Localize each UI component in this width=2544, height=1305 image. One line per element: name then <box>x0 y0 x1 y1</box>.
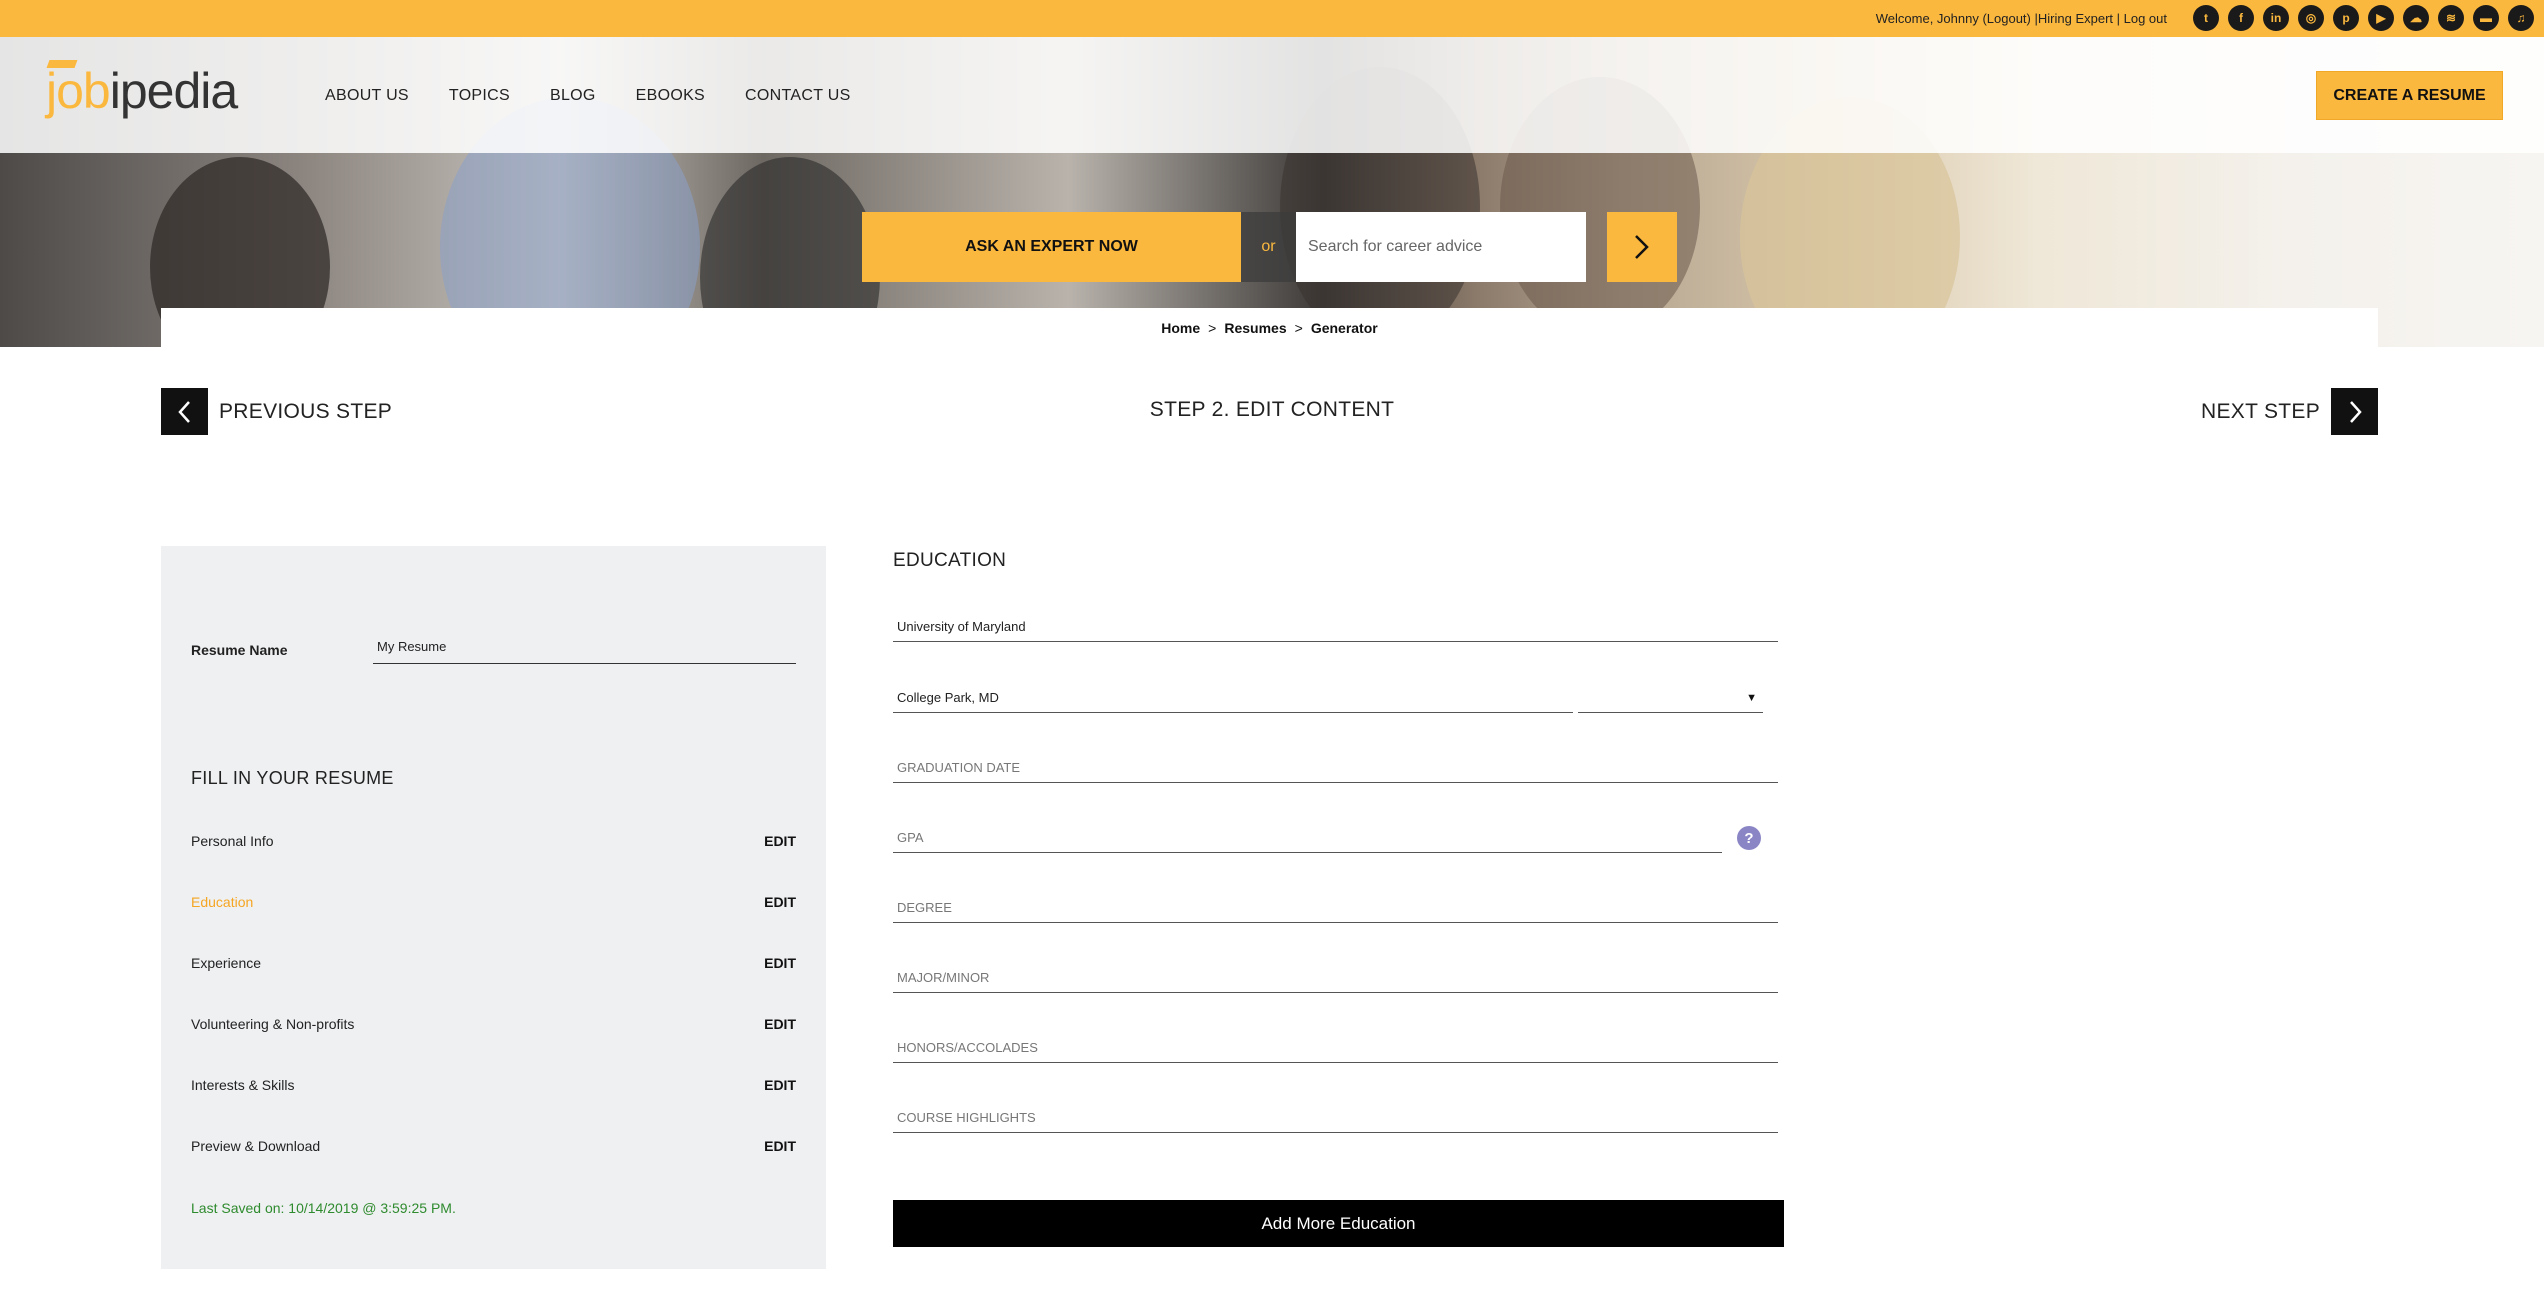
itunes-icon[interactable]: ♫ <box>2508 5 2534 31</box>
sidebar-item-label[interactable]: Preview & Download <box>191 1138 320 1154</box>
location-input[interactable] <box>893 683 1573 713</box>
edit-button[interactable]: EDIT <box>764 1138 796 1154</box>
welcome-logout-link[interactable]: Welcome, Johnny (Logout) <box>1876 11 2031 26</box>
arrow-right-box[interactable] <box>2331 388 2378 435</box>
sidebar-item-experience[interactable]: Experience EDIT <box>191 955 796 971</box>
breadcrumb: Home > Resumes > Generator <box>161 308 2378 348</box>
career-search-input[interactable] <box>1296 212 1586 282</box>
resume-name-input[interactable] <box>373 630 796 664</box>
search-submit-button[interactable] <box>1607 212 1677 282</box>
dropdown-arrow-icon: ▼ <box>1746 691 1757 704</box>
pinterest-icon[interactable]: p <box>2333 5 2359 31</box>
main-nav: ABOUT US TOPICS BLOG EBOOKS CONTACT US <box>325 87 891 105</box>
linkedin-icon[interactable]: in <box>2263 5 2289 31</box>
gpa-input[interactable] <box>893 823 1722 853</box>
course-highlights-input[interactable] <box>893 1103 1778 1133</box>
resume-sidebar: Resume Name FILL IN YOUR RESUME Personal… <box>161 546 826 1269</box>
sidebar-item-interests-skills[interactable]: Interests & Skills EDIT <box>191 1077 796 1093</box>
major-minor-input[interactable] <box>893 963 1778 993</box>
sidebar-item-label[interactable]: Education <box>191 894 253 910</box>
nav-blog[interactable]: BLOG <box>550 87 596 105</box>
logo-ipedia-text: ipedia <box>109 63 238 119</box>
chevron-right-icon <box>1635 235 1649 259</box>
or-separator: or <box>1241 212 1296 282</box>
youtube-icon[interactable]: ▶ <box>2368 5 2394 31</box>
state-select[interactable]: ▼ <box>1578 683 1763 713</box>
hero-banner <box>0 37 2544 347</box>
graduation-date-input[interactable] <box>893 753 1778 783</box>
spotify-icon[interactable]: ≋ <box>2438 5 2464 31</box>
sidebar-item-label[interactable]: Interests & Skills <box>191 1077 294 1093</box>
edit-button[interactable]: EDIT <box>764 833 796 849</box>
welcome-text[interactable]: Welcome, Johnny (Logout) |Hiring Expert … <box>1876 11 2167 26</box>
fill-in-title: FILL IN YOUR RESUME <box>191 768 394 788</box>
sidebar-item-label[interactable]: Personal Info <box>191 833 274 849</box>
jobipedia-logo[interactable]: jobipedia <box>46 60 238 119</box>
soundcloud-icon[interactable]: ☁ <box>2403 5 2429 31</box>
next-step-label[interactable]: NEXT STEP <box>2201 400 2320 424</box>
nav-ebooks[interactable]: EBOOKS <box>636 87 705 105</box>
current-step-title: STEP 2. EDIT CONTENT <box>1149 398 1395 421</box>
edit-button[interactable]: EDIT <box>764 1077 796 1093</box>
honors-input[interactable] <box>893 1033 1778 1063</box>
school-input[interactable] <box>893 612 1778 642</box>
sidebar-item-education[interactable]: Education EDIT <box>191 894 796 910</box>
sidebar-item-personal-info[interactable]: Personal Info EDIT <box>191 833 796 849</box>
edit-button[interactable]: EDIT <box>764 955 796 971</box>
instagram-icon[interactable]: ◎ <box>2298 5 2324 31</box>
nav-about-us[interactable]: ABOUT US <box>325 87 409 105</box>
top-bar: Welcome, Johnny (Logout) |Hiring Expert … <box>0 0 2544 37</box>
stitcher-icon[interactable]: ▬ <box>2473 5 2499 31</box>
education-section-title: EDUCATION <box>893 550 1007 571</box>
add-more-education-button[interactable]: Add More Education <box>893 1200 1784 1247</box>
create-resume-button[interactable]: CREATE A RESUME <box>2316 71 2503 120</box>
ask-expert-button[interactable]: ASK AN EXPERT NOW <box>862 212 1241 282</box>
breadcrumb-generator: Generator <box>1310 320 1378 336</box>
nav-topics[interactable]: TOPICS <box>449 87 510 105</box>
breadcrumb-separator: > <box>1208 320 1217 336</box>
social-icons: t f in ◎ p ▶ ☁ ≋ ▬ ♫ <box>2193 5 2534 31</box>
edit-button[interactable]: EDIT <box>764 894 796 910</box>
degree-input[interactable] <box>893 893 1778 923</box>
facebook-icon[interactable]: f <box>2228 5 2254 31</box>
header-links[interactable]: |Hiring Expert | Log out <box>2035 11 2168 26</box>
sidebar-item-label[interactable]: Volunteering & Non-profits <box>191 1016 354 1032</box>
breadcrumb-home[interactable]: Home <box>1161 320 1200 336</box>
logo-job-text: job <box>46 63 111 119</box>
breadcrumb-separator: > <box>1294 320 1303 336</box>
next-step-button[interactable]: NEXT STEP <box>2201 388 2378 435</box>
sidebar-item-volunteering[interactable]: Volunteering & Non-profits EDIT <box>191 1016 796 1032</box>
breadcrumb-resumes[interactable]: Resumes <box>1224 320 1286 336</box>
graduation-cap-icon <box>46 60 78 68</box>
help-icon[interactable]: ? <box>1737 826 1761 850</box>
nav-contact-us[interactable]: CONTACT US <box>745 87 851 105</box>
sidebar-item-label[interactable]: Experience <box>191 955 261 971</box>
edit-button[interactable]: EDIT <box>764 1016 796 1032</box>
chevron-right-icon <box>2349 400 2362 423</box>
resume-name-label: Resume Name <box>191 642 288 658</box>
last-saved-status: Last Saved on: 10/14/2019 @ 3:59:25 PM. <box>191 1200 456 1216</box>
twitter-icon[interactable]: t <box>2193 5 2219 31</box>
sidebar-item-preview-download[interactable]: Preview & Download EDIT <box>191 1138 796 1154</box>
